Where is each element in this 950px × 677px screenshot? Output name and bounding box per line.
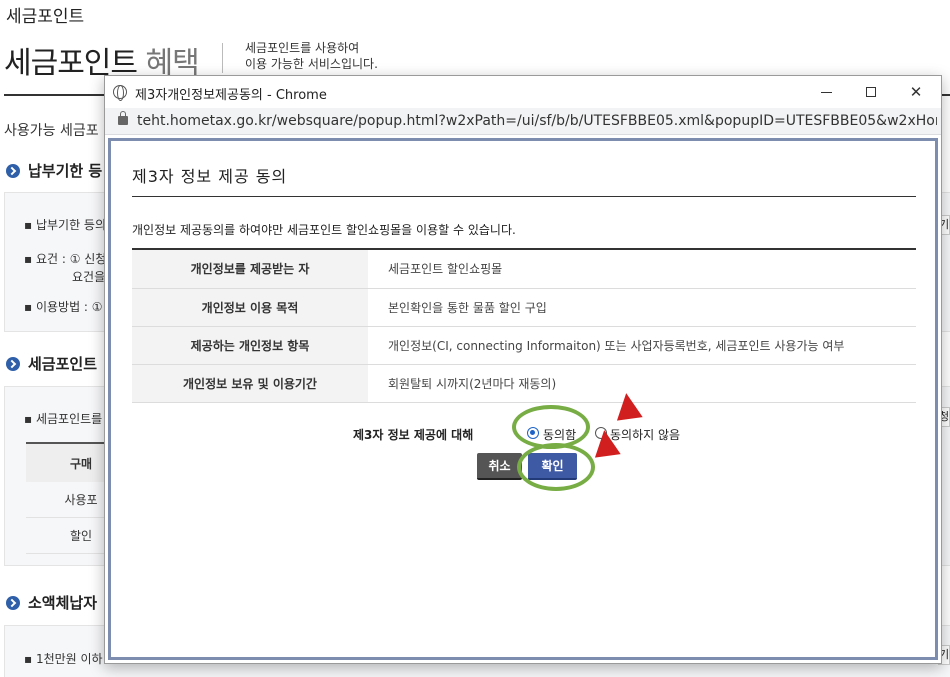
maximize-icon (866, 87, 876, 97)
breadcrumb: 세금포인트 (6, 7, 85, 27)
row-label: 개인정보 이용 목적 (132, 288, 368, 327)
window-title: 제3자개인정보제공동의 - Chrome (135, 88, 327, 103)
section-heading-1: 납부기한 등 (6, 160, 102, 181)
url-text[interactable]: teht.hometax.go.kr/websquare/popup.html?… (137, 113, 937, 129)
table-row: 개인정보 이용 목적 본인확인을 통한 물품 할인 구입 (132, 288, 916, 327)
page-description-line-2: 이용 가능한 서비스입니다. (245, 57, 378, 71)
section-heading-3-text: 소액체납자 (28, 594, 98, 612)
section-heading-2: 세금포인트 (6, 353, 97, 374)
row-label: 제공하는 개인정보 항목 (132, 326, 368, 365)
box3-line: ▪ 1천만원 이하 (24, 652, 103, 666)
address-bar[interactable]: teht.hometax.go.kr/websquare/popup.html?… (105, 108, 941, 135)
box1-line: ▪ 납부기한 등의 (24, 218, 107, 232)
row-value: 회원탈퇴 시까지(2년마다 재동의) (368, 364, 916, 403)
lock-icon (118, 111, 128, 125)
table-row: 제공하는 개인정보 항목 개인정보(CI, connecting Informa… (132, 326, 916, 365)
section-heading-3: 소액체납자 (6, 592, 97, 613)
consent-notice: 개인정보 제공동의를 하여야만 세금포인트 할인쇼핑몰을 이용할 수 있습니다. (132, 223, 516, 237)
box1-line: ▪ 이용방법 : ① (24, 300, 103, 314)
row-value: 본인확인을 통한 물품 할인 구입 (368, 288, 916, 327)
row-value: 세금포인트 할인쇼핑몰 (368, 250, 916, 289)
section-heading-1-text: 납부기한 등 (28, 162, 103, 180)
consent-table: 개인정보를 제공받는 자 세금포인트 할인쇼핑몰 개인정보 이용 목적 본인확인… (132, 250, 916, 403)
page-description-line-1: 세금포인트를 사용하여 (245, 41, 360, 55)
consent-choice-label: 제3자 정보 제공에 대해 (353, 428, 474, 442)
minimize-icon (820, 91, 832, 93)
page-subtitle: 사용가능 세금포 (4, 123, 99, 139)
bullet-arrow-icon (6, 595, 20, 610)
close-icon: ✕ (909, 83, 923, 101)
title-divider (222, 43, 223, 73)
popup-window: 제3자개인정보제공동의 - Chrome ✕ teht.hometax.go.k… (104, 75, 942, 664)
table-row: 개인정보를 제공받는 자 세금포인트 할인쇼핑몰 (132, 250, 916, 289)
box2-line: ▪ 세금포인트를 (24, 412, 103, 426)
pointer-arrow-icon (591, 428, 621, 458)
highlight-ring-confirm (517, 443, 595, 491)
row-label: 개인정보 보유 및 이용기간 (132, 364, 368, 403)
table-row: 개인정보 보유 및 이용기간 회원탈퇴 시까지(2년마다 재동의) (132, 364, 916, 403)
box1-line: 요건을 (72, 270, 106, 284)
globe-icon (113, 85, 127, 101)
box1-line: ▪ 요건 : ① 신청 (24, 252, 107, 266)
maximize-button[interactable] (848, 76, 894, 108)
dialog-title: 제3자 정보 제공 동의 (132, 167, 288, 186)
section-heading-2-text: 세금포인트 (28, 355, 98, 373)
bullet-arrow-icon (6, 356, 20, 371)
dialog-content: 제3자 정보 제공 동의 개인정보 제공동의를 하여야만 세금포인트 할인쇼핑몰… (108, 138, 938, 660)
disagree-radio-label[interactable]: 동의하지 않음 (610, 426, 680, 443)
cancel-button[interactable]: 취소 (477, 453, 522, 480)
page-description: 세금포인트를 사용하여 이용 가능한 서비스입니다. (245, 40, 378, 72)
title-divider (132, 196, 916, 197)
bullet-arrow-icon (6, 163, 20, 178)
window-titlebar[interactable]: 제3자개인정보제공동의 - Chrome ✕ (105, 76, 941, 108)
row-label: 개인정보를 제공받는 자 (132, 250, 368, 289)
row-value: 개인정보(CI, connecting Informaiton) 또는 사업자등… (368, 326, 916, 365)
pointer-arrow-icon (613, 391, 643, 421)
minimize-button[interactable] (803, 76, 849, 108)
close-button[interactable]: ✕ (893, 76, 939, 108)
